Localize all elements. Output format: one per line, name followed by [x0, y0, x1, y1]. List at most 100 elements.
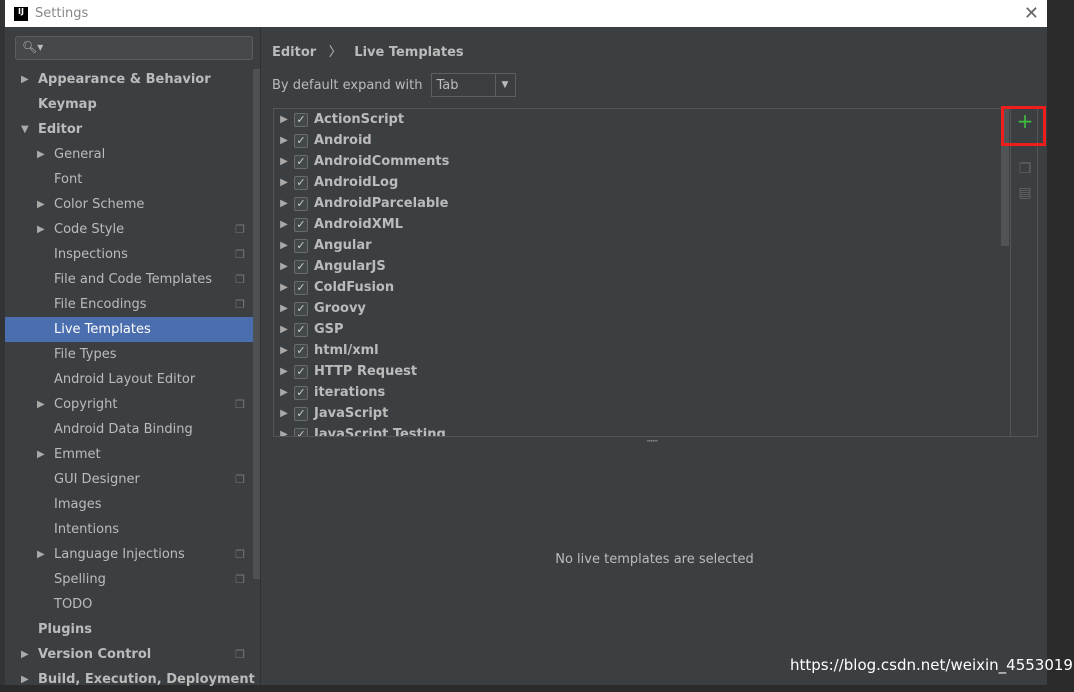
template-group-row[interactable]: ▶ ✓ AndroidLog: [274, 172, 1001, 193]
expand-key-select[interactable]: Tab ▼: [430, 73, 516, 97]
sidebar-item-label: TODO: [54, 597, 93, 612]
sidebar-item[interactable]: Font: [5, 167, 253, 192]
sidebar-item[interactable]: ▶ Code Style ❐: [5, 217, 253, 242]
template-group-row[interactable]: ▶ ✓ AndroidParcelable: [274, 193, 1001, 214]
sidebar-item[interactable]: Live Templates: [5, 317, 253, 342]
template-group-label: Angular: [314, 238, 372, 253]
sidebar-item[interactable]: Android Data Binding: [5, 417, 253, 442]
template-group-label: AndroidParcelable: [314, 196, 449, 211]
chevron-right-icon[interactable]: ▶: [21, 74, 29, 85]
chevron-right-icon[interactable]: ▶: [274, 198, 294, 209]
checkbox[interactable]: ✓: [294, 406, 308, 421]
template-group-row[interactable]: ▶ ✓ GSP: [274, 319, 1001, 340]
sidebar-item[interactable]: ▶ Copyright ❐: [5, 392, 253, 417]
sidebar-item[interactable]: ▶ General: [5, 142, 253, 167]
template-group-row[interactable]: ▶ ✓ Android: [274, 130, 1001, 151]
checkbox[interactable]: ✓: [294, 301, 308, 316]
search-input[interactable]: 🔍︎▾: [15, 36, 253, 60]
sidebar-item[interactable]: ▼ Editor: [5, 117, 253, 142]
chevron-right-icon[interactable]: ▶: [274, 366, 294, 377]
sidebar-scrollbar[interactable]: [253, 69, 260, 579]
sidebar-item[interactable]: ▶ Emmet: [5, 442, 253, 467]
sidebar-item[interactable]: File Encodings ❐: [5, 292, 253, 317]
template-group-row[interactable]: ▶ ✓ ColdFusion: [274, 277, 1001, 298]
checkbox[interactable]: ✓: [294, 427, 308, 436]
chevron-right-icon[interactable]: ▶: [274, 261, 294, 272]
sidebar-item[interactable]: Inspections ❐: [5, 242, 253, 267]
project-settings-icon: ❐: [235, 473, 245, 486]
sidebar-item[interactable]: ▶ Language Injections ❐: [5, 542, 253, 567]
expand-label: By default expand with: [272, 77, 423, 93]
chevron-right-icon[interactable]: ▶: [274, 387, 294, 398]
sidebar-item[interactable]: Plugins: [5, 617, 253, 642]
chevron-right-icon[interactable]: ▶: [37, 399, 45, 410]
chevron-right-icon[interactable]: ▶: [274, 114, 294, 125]
chevron-right-icon[interactable]: ▶: [274, 135, 294, 146]
template-group-row[interactable]: ▶ ✓ JavaScript Testing: [274, 424, 1001, 436]
checkbox[interactable]: ✓: [294, 385, 308, 400]
checkbox[interactable]: ✓: [294, 343, 308, 358]
sidebar-item[interactable]: TODO: [5, 592, 253, 617]
chevron-right-icon[interactable]: ▶: [274, 156, 294, 167]
chevron-right-icon[interactable]: ▶: [37, 224, 45, 235]
sidebar-item[interactable]: Spelling ❐: [5, 567, 253, 592]
template-group-label: Android: [314, 133, 372, 148]
list-icon[interactable]: ▤: [1015, 185, 1035, 205]
checkbox[interactable]: ✓: [294, 154, 308, 169]
chevron-right-icon[interactable]: ▶: [274, 177, 294, 188]
sidebar-item[interactable]: Android Layout Editor: [5, 367, 253, 392]
close-icon[interactable]: ✕: [1024, 3, 1039, 24]
sidebar-item[interactable]: Images: [5, 492, 253, 517]
checkbox[interactable]: ✓: [294, 364, 308, 379]
template-group-row[interactable]: ▶ ✓ AndroidComments: [274, 151, 1001, 172]
chevron-right-icon[interactable]: ▶: [274, 408, 294, 419]
chevron-right-icon[interactable]: ▶: [274, 282, 294, 293]
checkbox[interactable]: ✓: [294, 238, 308, 253]
sidebar-item[interactable]: GUI Designer ❐: [5, 467, 253, 492]
chevron-right-icon[interactable]: ▶: [37, 449, 45, 460]
template-group-row[interactable]: ▶ ✓ ActionScript: [274, 109, 1001, 130]
sidebar-item[interactable]: ▶ Color Scheme: [5, 192, 253, 217]
chevron-right-icon[interactable]: ▶: [274, 219, 294, 230]
chevron-right-icon[interactable]: ▶: [37, 149, 45, 160]
sidebar-item[interactable]: File and Code Templates ❐: [5, 267, 253, 292]
template-group-row[interactable]: ▶ ✓ AndroidXML: [274, 214, 1001, 235]
checkbox[interactable]: ✓: [294, 133, 308, 148]
template-group-label: AngularJS: [314, 259, 386, 274]
checkbox[interactable]: ✓: [294, 280, 308, 295]
chevron-right-icon[interactable]: ▶: [37, 199, 45, 210]
chevron-right-icon[interactable]: ▶: [37, 549, 45, 560]
sidebar-item[interactable]: ▶ Appearance & Behavior: [5, 67, 253, 92]
sidebar-item-label: File Encodings: [54, 297, 147, 312]
sidebar-item-label: GUI Designer: [54, 472, 140, 487]
template-group-row[interactable]: ▶ ✓ JavaScript: [274, 403, 1001, 424]
template-group-row[interactable]: ▶ ✓ Groovy: [274, 298, 1001, 319]
chevron-right-icon[interactable]: ▶: [274, 240, 294, 251]
template-group-row[interactable]: ▶ ✓ Angular: [274, 235, 1001, 256]
sidebar-item[interactable]: File Types: [5, 342, 253, 367]
sidebar-item-label: Font: [54, 172, 83, 187]
template-group-row[interactable]: ▶ ✓ AngularJS: [274, 256, 1001, 277]
template-group-row[interactable]: ▶ ✓ html/xml: [274, 340, 1001, 361]
checkbox[interactable]: ✓: [294, 322, 308, 337]
checkbox[interactable]: ✓: [294, 217, 308, 232]
checkbox[interactable]: ✓: [294, 112, 308, 127]
checkbox[interactable]: ✓: [294, 259, 308, 274]
checkbox[interactable]: ✓: [294, 175, 308, 190]
chevron-right-icon[interactable]: ▶: [21, 649, 29, 660]
chevron-right-icon[interactable]: ▶: [21, 674, 29, 685]
sidebar-item[interactable]: ▶ Version Control ❐: [5, 642, 253, 667]
template-group-row[interactable]: ▶ ✓ HTTP Request: [274, 361, 1001, 382]
chevron-right-icon[interactable]: ▶: [274, 345, 294, 356]
template-group-row[interactable]: ▶ ✓ iterations: [274, 382, 1001, 403]
sidebar-item[interactable]: Intentions: [5, 517, 253, 542]
chevron-right-icon[interactable]: ▶: [274, 429, 294, 436]
copy-icon[interactable]: ❐: [1015, 161, 1035, 181]
chevron-right-icon[interactable]: ▶: [274, 324, 294, 335]
sidebar-item[interactable]: ▶ Build, Execution, Deployment: [5, 667, 255, 692]
chevron-right-icon[interactable]: ▶: [274, 303, 294, 314]
chevron-down-icon[interactable]: ▼: [21, 124, 29, 135]
sidebar-item[interactable]: Keymap: [5, 92, 253, 117]
splitter-handle[interactable]: ┅┅: [647, 437, 658, 447]
checkbox[interactable]: ✓: [294, 196, 308, 211]
